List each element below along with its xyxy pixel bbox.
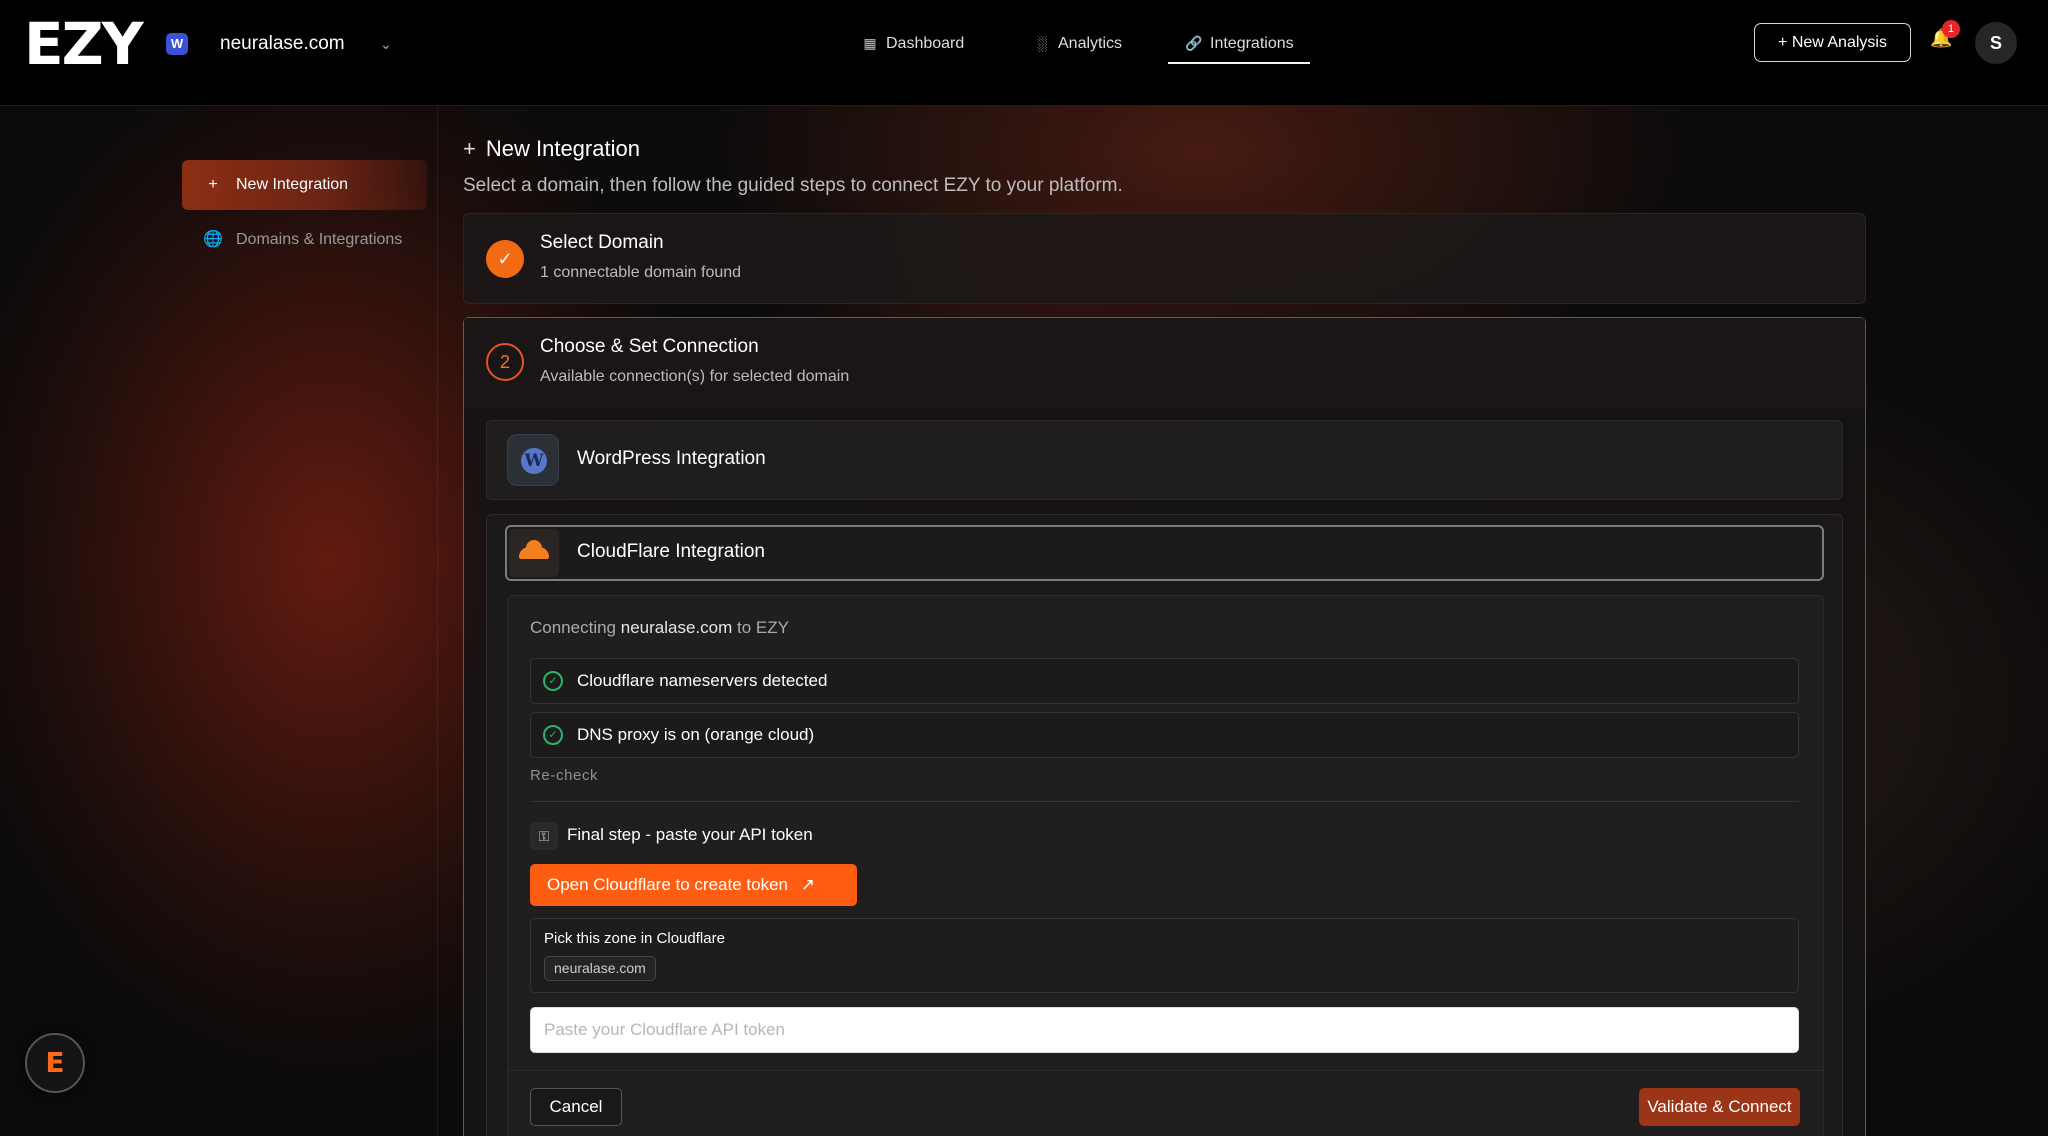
globe-icon: 🌐 — [203, 231, 223, 248]
step-select-domain[interactable]: ✓ Select Domain 1 connectable domain fou… — [463, 213, 1866, 304]
connecting-suffix: to EZY — [737, 618, 789, 637]
check-circle-icon: ✓ — [543, 725, 563, 745]
nav-analytics[interactable]: ░ Analytics — [1032, 26, 1122, 64]
final-step-label: Final step - paste your API token — [567, 825, 813, 844]
sidebar-item-domains-integrations[interactable]: 🌐 Domains & Integrations — [182, 215, 427, 265]
page-subtitle: Select a domain, then follow the guided … — [463, 175, 1123, 196]
wordpress-logo-icon: W — [507, 434, 559, 486]
step-choose-connection: 2 Choose & Set Connection Available conn… — [463, 317, 1866, 1136]
check-label: Cloudflare nameservers detected — [577, 671, 828, 690]
cancel-button[interactable]: Cancel — [530, 1088, 622, 1126]
ezy-logo[interactable]: EZY — [24, 15, 144, 73]
open-cloudflare-button[interactable]: Open Cloudflare to create token ↗ — [530, 864, 857, 906]
cloudflare-setup-body: Connecting neuralase.com to EZY ✓ Cloudf… — [507, 595, 1824, 1136]
open-cloudflare-label: Open Cloudflare to create token — [547, 875, 788, 894]
cloudflare-integration-panel: CloudFlare Integration Connecting neural… — [486, 514, 1843, 1136]
ezy-assistant-button[interactable]: E — [25, 1033, 85, 1093]
recheck-link[interactable]: Re-check — [530, 767, 598, 784]
wordpress-integration-card[interactable]: W WordPress Integration — [486, 420, 1843, 500]
plus-icon: + — [1778, 34, 1792, 51]
integration-title: CloudFlare Integration — [577, 541, 765, 562]
sidebar-divider — [437, 107, 438, 1136]
check-nameservers: ✓ Cloudflare nameservers detected — [530, 658, 1799, 704]
step-subtitle: Available connection(s) for selected dom… — [540, 368, 850, 385]
connecting-domain: neuralase.com — [620, 618, 733, 637]
plus-icon: + — [208, 176, 218, 193]
plus-icon: + — [463, 136, 476, 161]
step-number: 2 — [486, 343, 524, 381]
sidebar-item-label: Domains & Integrations — [236, 231, 403, 248]
connecting-prefix: Connecting — [530, 618, 617, 637]
step-title: Select Domain — [540, 232, 664, 253]
link-icon: 🔗 — [1185, 35, 1203, 51]
divider — [508, 1070, 1823, 1071]
chevron-down-icon: ⌄ — [380, 36, 392, 52]
step-subtitle: 1 connectable domain found — [540, 264, 742, 281]
notification-badge: 1 — [1942, 20, 1960, 38]
zone-label: Pick this zone in Cloudflare — [544, 930, 725, 947]
domain-selector-value: neuralase.com — [220, 33, 345, 54]
zone-chip: neuralase.com — [544, 956, 656, 981]
wordpress-site-icon: W — [166, 33, 188, 55]
nav-integrations[interactable]: 🔗 Integrations — [1168, 26, 1310, 64]
api-token-input[interactable] — [530, 1007, 1799, 1053]
page-title-text: New Integration — [485, 136, 640, 161]
validate-connect-button[interactable]: Validate & Connect — [1639, 1088, 1800, 1126]
connecting-text: Connecting neuralase.com to EZY — [530, 618, 789, 638]
sidebar-item-new-integration[interactable]: + New Integration — [182, 160, 427, 210]
cloudflare-integration-card[interactable]: CloudFlare Integration — [505, 525, 1824, 581]
bar-chart-icon: ░ — [1037, 35, 1047, 51]
nav-dashboard[interactable]: ▦ Dashboard — [860, 26, 964, 64]
zone-hint: Pick this zone in Cloudflare neuralase.c… — [530, 918, 1799, 993]
top-bar: EZY W neuralase.com ⌄ ▦ Dashboard ░ Analyt… — [0, 0, 2048, 106]
check-icon: ✓ — [486, 240, 524, 278]
avatar[interactable]: S — [1975, 22, 2017, 64]
new-analysis-label: New Analysis — [1791, 34, 1887, 51]
grid-icon: ▦ — [863, 35, 877, 51]
check-dns-proxy: ✓ DNS proxy is on (orange cloud) — [530, 712, 1799, 758]
nav-integrations-label: Integrations — [1210, 35, 1294, 52]
step-title: Choose & Set Connection — [540, 336, 759, 357]
domain-selector[interactable]: neuralase.com ⌄ — [220, 28, 400, 60]
step-header[interactable]: 2 Choose & Set Connection Available conn… — [464, 318, 1865, 408]
sidebar-item-label: New Integration — [236, 176, 349, 193]
check-circle-icon: ✓ — [543, 671, 563, 691]
cloudflare-logo-icon — [509, 529, 559, 577]
external-link-icon: ↗ — [800, 875, 815, 894]
nav-dashboard-label: Dashboard — [886, 35, 965, 52]
new-analysis-button[interactable]: + New Analysis — [1754, 23, 1911, 62]
key-icon: ⚿ — [530, 822, 558, 850]
page-title: + New Integration — [463, 134, 640, 164]
nav-analytics-label: Analytics — [1058, 35, 1123, 52]
check-label: DNS proxy is on (orange cloud) — [577, 725, 815, 744]
integration-title: WordPress Integration — [577, 448, 766, 469]
divider — [530, 801, 1799, 802]
